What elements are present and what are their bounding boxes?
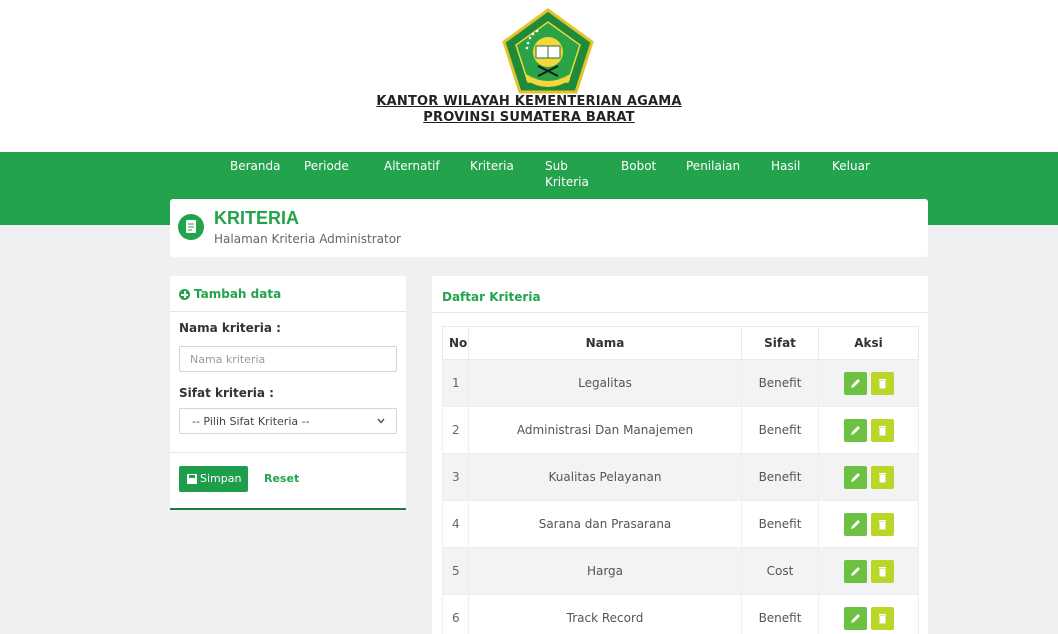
criteria-name-input[interactable] (179, 346, 397, 372)
column-header-nama: Nama (468, 326, 742, 360)
table-header-row: No Nama Sifat Aksi (442, 326, 919, 360)
cell-no: 2 (442, 406, 469, 454)
divider (170, 452, 406, 453)
cell-nama: Sarana dan Prasarana (468, 500, 742, 548)
floppy-disk-icon (187, 474, 197, 484)
trash-icon (878, 613, 886, 623)
nav-item-alternatif[interactable]: Alternatif (384, 158, 440, 174)
nav-item-periode[interactable]: Periode (304, 158, 349, 174)
pencil-icon (850, 566, 860, 576)
cell-nama: Kualitas Pelayanan (468, 453, 742, 501)
form-heading: Tambah data (194, 287, 282, 301)
type-label: Sifat kriteria : (179, 386, 274, 400)
nav-item-bobot[interactable]: Bobot (621, 158, 656, 174)
cell-no: 4 (442, 500, 469, 548)
edit-button[interactable] (843, 465, 867, 489)
cell-no: 6 (442, 594, 469, 634)
cell-sifat: Benefit (741, 406, 819, 454)
list-heading: Daftar Kriteria (442, 290, 541, 304)
column-header-sifat: Sifat (741, 326, 819, 360)
nav-item-keluar[interactable]: Keluar (832, 158, 870, 174)
save-button-label: Simpan (200, 472, 242, 485)
form-header: Tambah data (170, 276, 406, 312)
nav-item-kriteria[interactable]: Kriteria (470, 158, 514, 174)
page-subtitle: Halaman Kriteria Administrator (214, 232, 401, 246)
nav-item-beranda[interactable]: Beranda (230, 158, 280, 174)
delete-button[interactable] (870, 465, 894, 489)
nav-item-sub-kriteria[interactable]: Sub Kriteria (545, 158, 589, 190)
office-title-line1: KANTOR WILAYAH KEMENTERIAN AGAMA (376, 94, 682, 109)
delete-button[interactable] (870, 512, 894, 536)
edit-button[interactable] (843, 559, 867, 583)
cell-no: 3 (442, 453, 469, 501)
criteria-type-select[interactable]: -- Pilih Sifat Kriteria -- (179, 408, 397, 434)
cell-no: 1 (442, 359, 469, 407)
cell-aksi (818, 594, 919, 634)
edit-button[interactable] (843, 512, 867, 536)
cell-nama: Legalitas (468, 359, 742, 407)
name-label: Nama kriteria : (179, 321, 281, 335)
pencil-icon (850, 472, 860, 482)
cell-nama: Track Record (468, 594, 742, 634)
cell-aksi (818, 547, 919, 595)
cell-nama: Administrasi Dan Manajemen (468, 406, 742, 454)
save-button[interactable]: Simpan (179, 466, 248, 492)
document-icon-glyph (186, 220, 196, 233)
column-header-aksi: Aksi (818, 326, 919, 360)
reset-button[interactable]: Reset (264, 472, 299, 485)
divider (432, 312, 928, 313)
edit-button[interactable] (843, 418, 867, 442)
cell-aksi (818, 500, 919, 548)
cell-sifat: Cost (741, 547, 819, 595)
nav-item-hasil[interactable]: Hasil (771, 158, 800, 174)
cell-aksi (818, 359, 919, 407)
cell-nama: Harga (468, 547, 742, 595)
delete-button[interactable] (870, 559, 894, 583)
table-row: 4 Sarana dan Prasarana Benefit (442, 500, 919, 548)
criteria-table: No Nama Sifat Aksi 1 Legalitas Benefit 2… (442, 326, 919, 634)
cell-no: 5 (442, 547, 469, 595)
edit-button[interactable] (843, 371, 867, 395)
column-header-no: No (442, 326, 469, 360)
office-title-line2: PROVINSI SUMATERA BARAT (423, 110, 635, 125)
edit-button[interactable] (843, 606, 867, 630)
delete-button[interactable] (870, 606, 894, 630)
add-criteria-form: Tambah data Nama kriteria : Sifat kriter… (170, 276, 406, 510)
trash-icon (878, 519, 886, 529)
cell-aksi (818, 453, 919, 501)
delete-button[interactable] (870, 371, 894, 395)
select-value: -- Pilih Sifat Kriteria -- (192, 415, 310, 428)
cell-sifat: Benefit (741, 500, 819, 548)
trash-icon (878, 378, 886, 388)
page-title: KRITERIA (214, 208, 299, 228)
trash-icon (878, 566, 886, 576)
pencil-icon (850, 613, 860, 623)
office-title: KANTOR WILAYAH KEMENTERIAN AGAMA PROVINS… (0, 94, 1058, 126)
chevron-down-icon (377, 418, 385, 424)
cell-aksi (818, 406, 919, 454)
ministry-emblem-logo (502, 8, 594, 94)
document-icon (178, 214, 204, 240)
main-nav: Beranda Periode Alternatif Kriteria Sub … (0, 158, 1058, 198)
criteria-list-card: Daftar Kriteria No Nama Sifat Aksi 1 Leg… (432, 276, 928, 634)
plus-circle-icon (179, 289, 190, 300)
table-row: 1 Legalitas Benefit (442, 359, 919, 407)
cell-sifat: Benefit (741, 453, 819, 501)
table-row: 6 Track Record Benefit (442, 594, 919, 634)
nav-item-penilaian[interactable]: Penilaian (686, 158, 740, 174)
table-row: 2 Administrasi Dan Manajemen Benefit (442, 406, 919, 454)
table-row: 3 Kualitas Pelayanan Benefit (442, 453, 919, 501)
trash-icon (878, 425, 886, 435)
page-header-card: KRITERIA Halaman Kriteria Administrator (170, 199, 928, 257)
pencil-icon (850, 519, 860, 529)
pencil-icon (850, 425, 860, 435)
trash-icon (878, 472, 886, 482)
cell-sifat: Benefit (741, 594, 819, 634)
table-row: 5 Harga Cost (442, 547, 919, 595)
pencil-icon (850, 378, 860, 388)
delete-button[interactable] (870, 418, 894, 442)
cell-sifat: Benefit (741, 359, 819, 407)
